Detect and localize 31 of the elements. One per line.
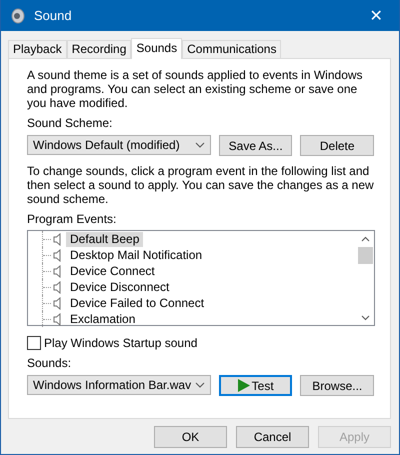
window-title: Sound [34, 8, 73, 23]
chevron-icon [194, 142, 205, 148]
intro-text: A sound theme is a set of sounds applied to events in Windows and programs. You can select an existing scheme or save one you have modified. [27, 68, 364, 110]
tab[interactable]: Recording [66, 40, 132, 58]
event-item[interactable]: Desktop Mail Notification [66, 248, 206, 262]
checkbox[interactable] [27, 336, 41, 350]
checkbox-label: Play Windows Startup sound [44, 336, 198, 350]
event-item[interactable]: Device Connect [66, 264, 159, 278]
tab[interactable]: Sounds [131, 38, 182, 59]
scheme-button[interactable]: Delete [300, 135, 374, 156]
dialog-button[interactable]: Cancel [236, 426, 309, 448]
tab[interactable]: Communications [182, 40, 282, 58]
event-item[interactable]: Default Beep [66, 232, 144, 246]
event-item[interactable]: Exclamation [66, 312, 140, 326]
scheme-label: Sound Scheme: [27, 116, 114, 130]
events-label: Program Events: [27, 212, 118, 226]
tab[interactable]: Playback [8, 40, 67, 58]
dialog-button[interactable]: OK [154, 426, 227, 448]
sounds-label: Sounds: [27, 356, 72, 370]
play-icon [238, 379, 250, 392]
test-button[interactable]: Test [218, 375, 292, 396]
event-item[interactable]: Device Failed to Connect [66, 296, 208, 310]
browse-button[interactable]: Browse... [300, 375, 374, 396]
scheme-button[interactable]: Save As... [218, 135, 292, 156]
event-item[interactable]: Device Disconnect [66, 280, 174, 294]
scrollbar-thumb[interactable] [358, 247, 373, 264]
instructions-text: To change sounds, click a program event in the following list and then select a sound to apply. You can save the changes as a new sound scheme. [27, 164, 374, 206]
sound-dropdown[interactable]: Windows Information Bar.wav [27, 375, 211, 395]
chevron-icon [194, 382, 205, 388]
close-button[interactable]: ✕ [353, 6, 399, 26]
scheme-dropdown[interactable]: Windows Default (modified) [27, 135, 211, 155]
